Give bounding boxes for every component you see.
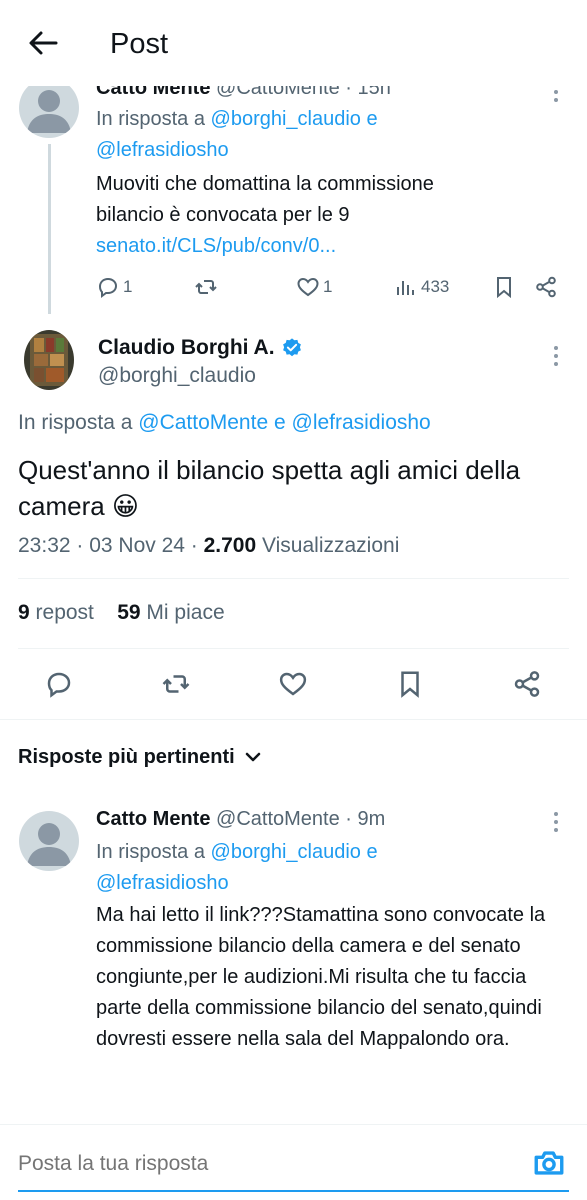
chevron-down-icon — [245, 752, 260, 762]
likes-label: Mi piace — [140, 601, 225, 624]
reposts-label: repost — [29, 601, 94, 624]
author-handle[interactable]: @CattoMente — [216, 808, 340, 830]
repost-button[interactable] — [194, 272, 218, 302]
avatar[interactable] — [19, 811, 79, 871]
share-button[interactable] — [534, 272, 558, 302]
divider — [18, 648, 569, 649]
thread-connector-line — [48, 144, 51, 314]
reply-icon — [47, 672, 71, 698]
tweet-text: Muoviti che domattina la commissione bil… — [96, 169, 434, 262]
share-icon — [514, 671, 540, 697]
more-options-icon[interactable] — [553, 346, 559, 370]
tweet-time: · 9m — [345, 808, 386, 830]
reposts-count: 9 — [18, 601, 30, 624]
author-name-row[interactable]: Claudio Borghi A. — [98, 334, 303, 362]
reply-author-row: Catto Mente @CattoMente · 9m — [96, 804, 385, 834]
like-button[interactable]: 1 — [296, 272, 332, 302]
mention-link[interactable]: @lefrasidiosho — [96, 872, 229, 894]
reposts-stat[interactable]: 9 repost — [18, 601, 94, 624]
share-icon — [536, 276, 556, 298]
reply-composer — [0, 1124, 587, 1200]
heart-icon — [297, 277, 319, 297]
tweet-link[interactable]: senato.it/CLS/pub/conv/0... — [96, 235, 336, 257]
author-handle[interactable]: @borghi_claudio — [98, 362, 256, 390]
sort-label: Risposte più pertinenti — [18, 746, 235, 768]
views-icon — [397, 281, 414, 295]
more-options-icon[interactable] — [553, 812, 559, 836]
views-label: Visualizzazioni — [256, 534, 400, 557]
mention-link[interactable]: @lefrasidiosho — [96, 139, 229, 161]
mention-link[interactable]: @borghi_claudio — [211, 108, 361, 130]
share-button[interactable] — [507, 664, 547, 704]
input-underline — [18, 1190, 569, 1192]
like-count: 1 — [323, 277, 333, 296]
reply-button[interactable]: 1 — [96, 272, 132, 302]
bookmark-button[interactable] — [492, 272, 516, 302]
divider — [18, 578, 569, 579]
main-tweet-actions — [0, 664, 587, 704]
reply-count: 1 — [123, 277, 133, 296]
author-name[interactable]: Catto Mente — [96, 808, 210, 830]
reply-input[interactable] — [18, 1146, 518, 1182]
verified-badge-icon — [282, 338, 301, 357]
reply-and: e — [366, 841, 378, 863]
back-arrow-icon[interactable] — [26, 26, 60, 60]
reply-context: In risposta a @borghi_claudio e @lefrasi… — [96, 104, 378, 166]
views-button[interactable]: 433 — [394, 272, 449, 302]
tweet-timestamp[interactable]: 23:32 · 03 Nov 24 · — [18, 534, 204, 557]
reply-and: e — [273, 411, 286, 434]
divider — [0, 1124, 587, 1125]
reply-context: In risposta a @borghi_claudio e @lefrasi… — [96, 837, 378, 899]
reply-context: In risposta a @CattoMente e @lefrasidios… — [18, 408, 431, 438]
tweet-text: Ma hai letto il link???Stamattina sono c… — [96, 904, 546, 1050]
repost-icon — [162, 675, 190, 693]
tweet-text-line: bilancio è convocata per le 9 — [96, 204, 350, 226]
avatar[interactable] — [19, 78, 79, 138]
page-title: Post — [110, 28, 169, 60]
avatar[interactable] — [24, 330, 74, 390]
reply-button[interactable] — [39, 664, 79, 704]
divider — [0, 719, 587, 720]
reply-prefix: In risposta a — [18, 411, 133, 434]
reply-and: e — [366, 108, 378, 130]
top-app-bar: Post — [0, 0, 587, 86]
mention-link[interactable]: @CattoMente — [138, 411, 268, 434]
tweet-meta: 23:32 · 03 Nov 24 · 2.700 Visualizzazion… — [18, 531, 399, 561]
tweet-text-line: Muoviti che domattina la commissione — [96, 173, 434, 195]
views-count: 2.700 — [203, 534, 257, 557]
bookmark-icon — [497, 277, 511, 299]
views-count: 433 — [421, 277, 450, 296]
engagement-stats: 9 repost 59 Mi piace — [18, 598, 225, 628]
likes-count: 59 — [117, 601, 141, 624]
author-name[interactable]: Claudio Borghi A. — [98, 334, 275, 362]
mention-link[interactable]: @lefrasidiosho — [292, 411, 431, 434]
repost-icon — [195, 280, 217, 294]
repost-button[interactable] — [156, 664, 196, 704]
tweet-actions: 1 1 433 — [96, 272, 566, 302]
camera-icon[interactable] — [532, 1146, 568, 1182]
replies-sort-dropdown[interactable]: Risposte più pertinenti — [18, 742, 263, 772]
mention-link[interactable]: @borghi_claudio — [211, 841, 361, 863]
like-button[interactable] — [273, 664, 313, 704]
bookmark-icon — [401, 671, 419, 698]
heart-icon — [279, 672, 307, 696]
reply-icon — [98, 277, 118, 298]
tweet-text: Quest'anno il bilancio spetta agli amici… — [18, 455, 521, 521]
reply-prefix: In risposta a — [96, 108, 205, 130]
bookmark-button[interactable] — [390, 664, 430, 704]
likes-stat[interactable]: 59 Mi piace — [117, 601, 224, 624]
reply-prefix: In risposta a — [96, 841, 205, 863]
